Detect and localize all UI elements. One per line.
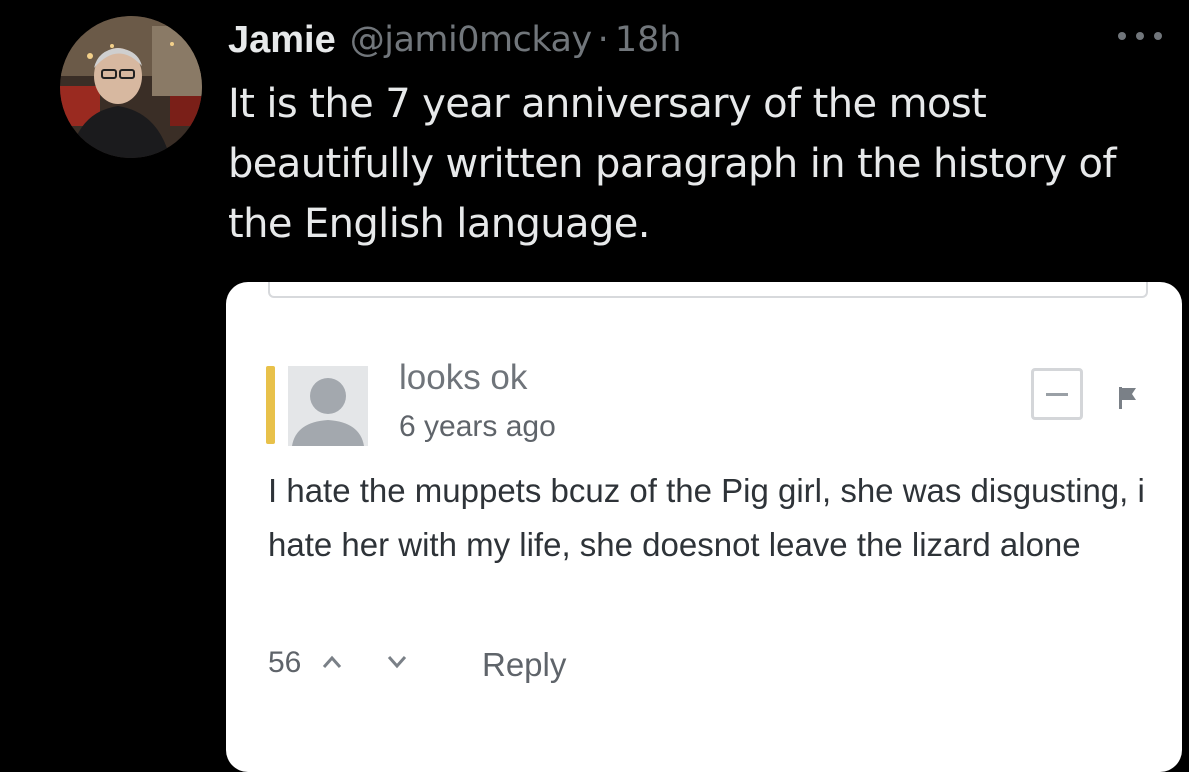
author-handle[interactable]: @jami0mckay — [350, 20, 592, 60]
commenter-avatar — [288, 366, 368, 446]
tweet-header: Jamie @jami0mckay · 18h — [228, 12, 682, 68]
author-avatar[interactable] — [60, 16, 202, 158]
user-photo-avatar — [60, 16, 202, 158]
comment-timestamp: 6 years ago — [399, 410, 556, 443]
default-user-icon — [288, 366, 368, 446]
tweet-media-image[interactable]: looks ok 6 years ago I hate the muppets … — [226, 282, 1182, 772]
vote-count: 56 — [268, 646, 302, 679]
comment-accent-bar — [266, 366, 275, 444]
screenshot-top-edge — [268, 282, 1148, 298]
flag-icon — [1119, 387, 1136, 409]
chevron-down-icon — [387, 656, 407, 669]
reply-button: Reply — [482, 646, 567, 683]
author-display-name[interactable]: Jamie — [228, 19, 336, 62]
more-options-button[interactable] — [1112, 20, 1168, 52]
minus-box-icon — [1046, 392, 1068, 396]
header-separator: · — [597, 20, 609, 60]
commenter-name: looks ok — [399, 358, 528, 397]
chevron-up-icon — [322, 655, 342, 668]
comment-body: I hate the muppets bcuz of the Pig girl,… — [268, 472, 1145, 563]
tweet-timestamp[interactable]: 18h — [615, 20, 682, 60]
collapse-comment-button — [1031, 368, 1083, 420]
tweet-text: It is the 7 year anniversary of the most… — [228, 81, 1116, 247]
more-horizontal-icon — [1118, 32, 1162, 40]
